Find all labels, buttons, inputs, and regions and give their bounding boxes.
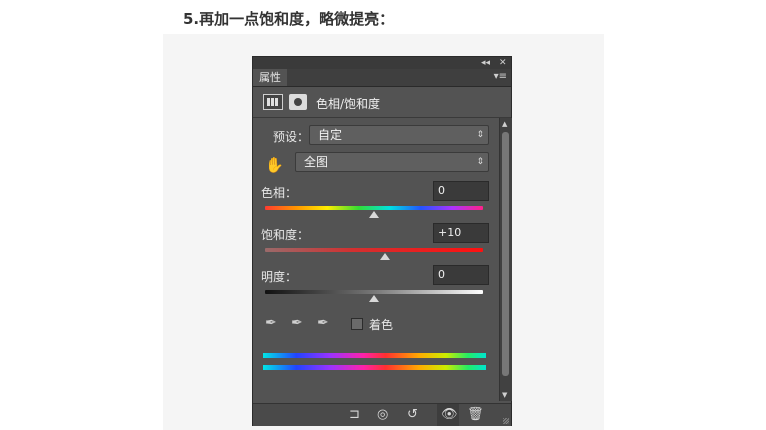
hand-icon[interactable]: ✋ (265, 156, 284, 174)
reset-icon[interactable]: ↺ (407, 406, 418, 424)
clip-to-layer-icon[interactable]: ⊐ (349, 406, 360, 424)
properties-panel: ◂◂ ✕ 属性 ▾≡ 色相/饱和度 预设： 自定 ⇕ ✋ 全图 ⇕ 色相： 0 … (252, 56, 512, 426)
hue-slider-thumb[interactable] (369, 211, 379, 218)
panel-menu-icon[interactable]: ▾≡ (494, 71, 507, 82)
adjustment-layer-icon[interactable] (263, 94, 283, 110)
tab-row: 属性 ▾≡ (253, 69, 511, 87)
lightness-label: 明度： (261, 270, 298, 284)
resize-grip-icon[interactable] (503, 418, 509, 424)
view-previous-icon[interactable]: ◎ (377, 406, 388, 424)
preset-value: 自定 (318, 128, 343, 142)
scrollbar-thumb[interactable] (502, 132, 509, 376)
output-color-bar (263, 365, 486, 370)
input-color-bar (263, 353, 486, 358)
eyedropper-icon[interactable]: ✒ (265, 315, 277, 331)
channel-select[interactable]: 全图 ⇕ (295, 152, 489, 172)
channel-value: 全图 (304, 155, 329, 169)
eyedropper-minus-icon[interactable]: ✒ (317, 315, 329, 331)
trash-icon[interactable]: 🗑 (467, 406, 484, 424)
preset-select[interactable]: 自定 ⇕ (309, 125, 489, 145)
lightness-slider-track[interactable] (265, 290, 483, 294)
select-arrow-icon: ⇕ (476, 130, 484, 140)
select-arrow-icon: ⇕ (476, 157, 484, 167)
adjustment-content: 预设： 自定 ⇕ ✋ 全图 ⇕ 色相： 0 饱和度： +10 明度： 0 ✒ ✒… (253, 118, 499, 401)
saturation-slider-thumb[interactable] (380, 253, 390, 260)
saturation-input[interactable]: +10 (433, 223, 489, 243)
lightness-input[interactable]: 0 (433, 265, 489, 285)
preset-label: 预设： (273, 130, 310, 144)
colorize-label: 着色 (369, 318, 394, 332)
vertical-scrollbar[interactable]: ▲ ▼ (499, 118, 512, 401)
saturation-slider-track[interactable] (265, 248, 483, 252)
panel-titlebar: ◂◂ ✕ (253, 57, 511, 69)
eyedropper-plus-icon[interactable]: ✒ (291, 315, 303, 331)
hue-input[interactable]: 0 (433, 181, 489, 201)
collapse-icon[interactable]: ◂◂ (481, 57, 490, 69)
close-icon[interactable]: ✕ (499, 57, 507, 69)
scroll-down-icon[interactable]: ▼ (502, 391, 507, 399)
panel-footer: ⊐ ◎ ↺ 👁 🗑 (253, 403, 511, 426)
colorize-checkbox[interactable] (351, 318, 363, 330)
tab-properties[interactable]: 属性 (253, 69, 287, 86)
step-heading: 5.再加一点饱和度，略微提亮： (183, 10, 395, 28)
lightness-slider-thumb[interactable] (369, 295, 379, 302)
visibility-button[interactable]: 👁 (437, 404, 459, 426)
hue-slider-track[interactable] (265, 206, 483, 210)
eye-icon: 👁 (441, 407, 458, 422)
layer-mask-icon[interactable] (289, 94, 307, 110)
adjustment-title: 色相/饱和度 (316, 97, 381, 111)
saturation-label: 饱和度： (261, 228, 310, 242)
adjustment-header: 色相/饱和度 (253, 87, 511, 118)
hue-label: 色相： (261, 186, 298, 200)
scroll-up-icon[interactable]: ▲ (502, 120, 507, 128)
